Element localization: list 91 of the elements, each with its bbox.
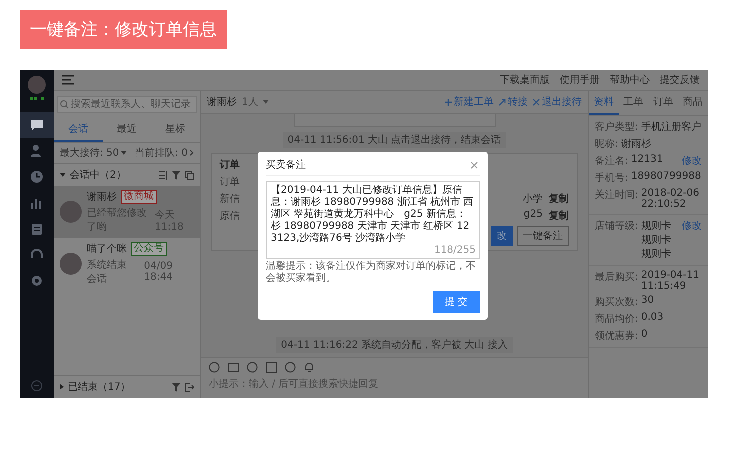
field-label: 新信 — [220, 192, 240, 206]
field-label: 关注时间: — [595, 188, 638, 203]
field-value: 2019-04-11 11:15:49 — [641, 270, 700, 292]
contact-name: 喵了个咪 — [87, 242, 127, 256]
character-counter: 118/255 — [434, 245, 476, 257]
field-value: g25 — [524, 209, 543, 222]
caret-icon — [60, 384, 64, 390]
exit-icon[interactable] — [185, 382, 194, 392]
caret-icon — [121, 151, 128, 155]
edit-button[interactable]: 改 — [491, 226, 513, 246]
plus-icon — [445, 98, 452, 106]
source-tag: 公众号 — [131, 242, 167, 256]
system-message: 04-11 11:56:01 大山 点击退出接待，结束会话 — [282, 132, 506, 148]
tab[interactable]: 商品 — [678, 91, 708, 115]
filter-icon[interactable] — [172, 170, 181, 180]
header-link[interactable]: 提交反馈 — [660, 73, 700, 87]
field-label: 客户类型: — [595, 120, 638, 134]
member-count-dropdown[interactable]: 1人 — [242, 95, 258, 109]
header-action-link[interactable]: 新建工单 — [454, 95, 494, 109]
edit-link[interactable]: 修改 — [682, 219, 702, 261]
field-label: 原信 — [220, 210, 240, 223]
field-value: 规则卡规则卡规则卡 — [641, 220, 672, 261]
header-action-link[interactable]: 转接 — [508, 95, 528, 109]
copy-link[interactable]: 复制 — [549, 192, 569, 206]
header-action-link[interactable]: 退出接待 — [542, 95, 582, 109]
chat-icon[interactable] — [20, 112, 54, 138]
field-value: 18980799988 — [631, 171, 702, 184]
field-label: 最后购买: — [595, 270, 638, 285]
max-reception-dropdown[interactable]: 最大接待: 50 — [60, 146, 120, 160]
filter-icon[interactable] — [172, 382, 181, 392]
field-label: 购买次数: — [595, 296, 638, 309]
source-tag: 微商城 — [121, 190, 157, 204]
dialog-title: 买卖备注 — [266, 158, 306, 172]
contact-name: 谢雨杉 — [87, 190, 117, 204]
group-header[interactable]: 已结束（17） — [68, 380, 131, 394]
header-link[interactable]: 帮助中心 — [610, 73, 650, 87]
tab[interactable]: 星标 — [151, 118, 200, 142]
field-value: 0.03 — [641, 312, 665, 325]
banner-title: 一键备注：修改订单信息 — [20, 10, 227, 49]
search-field[interactable]: 搜索最近联系人、聊天记录 — [57, 96, 197, 113]
avatar — [60, 201, 82, 223]
search-icon — [60, 100, 69, 109]
system-message: 04-11 11:16:22 系统自动分配，客户被 大山 接入 — [276, 337, 513, 353]
copy-link[interactable]: 复制 — [549, 209, 569, 223]
avatar — [60, 253, 82, 275]
hint-text: 温馨提示：该备注仅作为商家对订单的标记，不会被买家看到。 — [266, 261, 477, 285]
caret-icon — [263, 100, 270, 104]
field-label: 商品均价: — [595, 312, 638, 326]
field-label: 手机号: — [595, 172, 628, 185]
chat-contact-name: 谢雨杉 — [207, 96, 237, 109]
edit-link[interactable]: 修改 — [682, 154, 702, 168]
group-header[interactable]: 会话中（2） — [70, 168, 126, 182]
more-icon[interactable] — [31, 380, 43, 392]
field-value: 12131 — [631, 154, 664, 167]
tab[interactable]: 资料 — [589, 91, 619, 115]
avatar[interactable] — [28, 76, 46, 94]
field-label: 备注名: — [595, 154, 628, 168]
field-value: 小学 — [523, 192, 543, 206]
conversation-item[interactable]: 喵了个咪 公众号 系统结束会话 04/09 18:44 — [54, 238, 200, 290]
field-label: 店铺等级: — [595, 220, 638, 234]
field-value: 2018-02-06 22:10:52 — [641, 188, 700, 210]
tab[interactable]: 工单 — [618, 91, 648, 115]
share-arrow-icon — [499, 98, 506, 106]
chevron-right-icon — [190, 150, 194, 156]
header-link[interactable]: 使用手册 — [560, 73, 600, 87]
tab[interactable]: 订单 — [648, 91, 678, 115]
sort-icon[interactable] — [159, 170, 168, 180]
field-value: 谢雨杉 — [621, 138, 652, 151]
field-value: 手机注册客户 — [641, 120, 702, 134]
field-label: 昵称: — [595, 138, 618, 151]
field-value: 30 — [641, 295, 656, 308]
tab[interactable]: 最近 — [102, 118, 152, 142]
quick-remark-button[interactable]: 一键备注 — [517, 226, 569, 246]
message-preview: 系统结束会话 — [87, 258, 128, 286]
caret-icon — [60, 173, 66, 177]
remark-field[interactable]: 【2019-04-11 大山已修改订单信息】原信息：谢雨杉 18980799988 浙江省 杭州市 西湖区 翠苑街道黄龙万科中心 g25 新信息：杉 18980799988 天津市 天津市 红桥区 123123,沙湾路76号 沙湾路小学 118/255 — [266, 181, 480, 259]
field-value: 0 — [641, 329, 649, 342]
field-label: 订单 — [220, 176, 240, 189]
header-link[interactable]: 下载桌面版 — [500, 73, 550, 87]
bell-icon[interactable] — [304, 362, 315, 373]
tab[interactable]: 会话 — [54, 118, 103, 142]
online-status-icon — [30, 97, 44, 100]
card-title: 订单 — [220, 158, 240, 172]
menu-icon[interactable] — [62, 75, 74, 85]
queue-count[interactable]: 当前排队: 0 — [135, 146, 188, 160]
close-icon — [533, 98, 540, 106]
close-button[interactable] — [469, 160, 480, 170]
field-label: 领优惠券: — [595, 330, 638, 343]
message-time: 04/09 18:44 — [144, 261, 174, 283]
copy-icon[interactable] — [185, 170, 194, 180]
submit-button[interactable]: 提 交 — [432, 291, 480, 313]
